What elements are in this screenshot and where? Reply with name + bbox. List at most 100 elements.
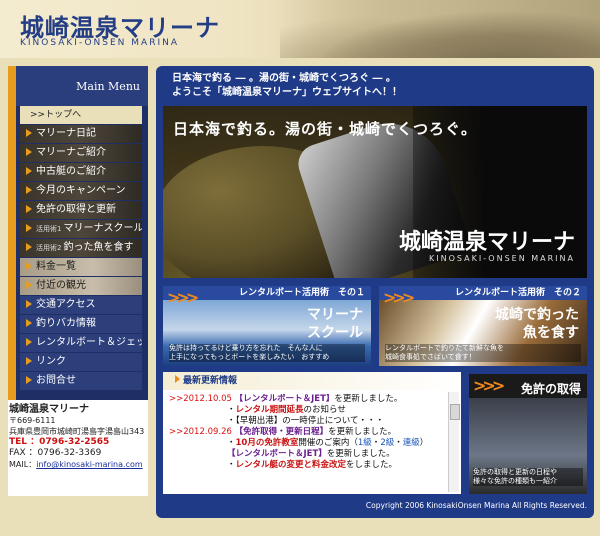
fish-card-text-2: 城崎食事処でさばいて食す！ (385, 353, 476, 361)
fish-card-title: 城崎で釣った魚を食す (495, 306, 579, 342)
hero-title: 城崎温泉マリーナ (398, 229, 575, 255)
menu-item-license[interactable]: 免許の取得と更新 (20, 201, 142, 219)
news-panel: 最新更新情報 >>2012.10.05 【レンタルボート＆JET】を更新しました… (163, 372, 461, 494)
menu-item-label: リンク (36, 356, 66, 367)
contact-mail-link[interactable]: info@kinosaki-marina.com (36, 460, 142, 469)
menu-item-sightseeing[interactable]: 付近の観光 (20, 277, 142, 295)
arrow-icon (26, 357, 32, 365)
menu-item-fishing-info[interactable]: 釣りバカ情報 (20, 315, 142, 333)
arrow-icon (26, 262, 32, 270)
news-text: をしました。 (346, 460, 398, 470)
news-entry: ・10月の免許教室開催のご案内（1級・2級・連級） (169, 438, 445, 449)
menu-item-marina-diary[interactable]: マリーナ日記 (20, 125, 142, 143)
arrow-icon (26, 224, 32, 232)
sidebar: Main Menu >>トップへ マリーナ日記 マリーナご紹介 中古艇のご紹介 … (8, 66, 148, 402)
news-text: ） (419, 438, 429, 448)
arrow-icon (26, 376, 32, 384)
site-logo-subtitle: KINOSAKI-ONSEN MARINA (20, 38, 179, 48)
news-text[interactable]: 【早朝出港】の一時停止について・・・ (236, 416, 385, 426)
main-menu: >>トップへ マリーナ日記 マリーナご紹介 中古艇のご紹介 今月のキャンペーン … (20, 106, 142, 390)
menu-item-label: 免許の取得と更新 (36, 204, 116, 215)
hero-caption: 日本海で釣る。湯の街・城崎でくつろぐ。 (173, 120, 478, 138)
arrow-icon (26, 205, 32, 213)
arrow-icon (26, 129, 32, 137)
contact-zip: 〒669-6111 (9, 416, 56, 425)
menu-item-contact[interactable]: お問合せ (20, 372, 142, 390)
menu-item-tag: 活用術2 (36, 244, 62, 252)
school-card[interactable]: レンタルボート活用術 その１ >>> マリーナ スクール 免許は持ってるけど乗り方… (163, 286, 371, 366)
main-content: 日本海で釣る ― 。湯の街・城崎でくつろぐ ― 。 ようこそ「城崎温泉マリーナ」… (156, 66, 594, 518)
news-sublink[interactable]: 連級 (403, 438, 420, 448)
news-sublink[interactable]: 1級 (358, 438, 372, 448)
news-entry: 【レンタルボート＆JET】を更新しました。 (169, 449, 445, 460)
menu-item-label: 中古艇のご紹介 (36, 166, 106, 177)
menu-top-link[interactable]: >>トップへ (20, 106, 142, 124)
footer-copyright: Copyright 2006 KinosakiOnsen Marina All … (365, 501, 587, 510)
contact-info: 城崎温泉マリーナ 〒669-6111 兵庫県豊岡市城崎町湯島字湯島山343 TE… (8, 400, 148, 496)
news-sublink[interactable]: 2級 (380, 438, 394, 448)
fish-card-title-line2: 魚を食す (523, 325, 579, 341)
sidebar-accent-strip (8, 66, 16, 402)
arrow-icon (26, 338, 32, 346)
menu-item-label: 料金一覧 (36, 261, 76, 272)
news-text: 開催のご案内（ (298, 438, 358, 448)
menu-item-marina-school[interactable]: 活用術1 マリーナスクール (20, 220, 142, 238)
fish-card-text: レンタルボートで釣りたて新鮮な魚を 城崎食事処でさばいて食す！ (385, 344, 581, 362)
news-scrollbar[interactable] (448, 392, 460, 492)
news-highlight[interactable]: 10月の免許教室 (236, 438, 299, 448)
menu-item-label: マリーナスクール (63, 223, 142, 234)
school-card-text-1: 免許は持ってるけど乗り方を忘れた (169, 344, 281, 352)
menu-item-label: レンタルボート＆ジェット (36, 337, 142, 348)
bullet: ・ (227, 438, 236, 448)
news-date: >>2012.10.05 (169, 394, 232, 404)
arrow-icon (26, 281, 32, 289)
license-text-2: 様々な免許の種類も一紹介 (473, 477, 557, 485)
scrollbar-thumb[interactable] (450, 404, 460, 420)
menu-item-label: 付近の観光 (36, 280, 86, 291)
hero-banner: 日本海で釣る。湯の街・城崎でくつろぐ。 城崎温泉マリーナ KINOSAKI-ON… (163, 106, 587, 278)
news-link[interactable]: 【レンタルボート＆JET】 (227, 449, 327, 459)
bullet: ・ (227, 405, 236, 415)
header-photo (280, 0, 600, 58)
fish-card-title-line1: 城崎で釣った (495, 307, 579, 323)
menu-item-access[interactable]: 交通アクセス (20, 296, 142, 314)
contact-tel: TEL ：0796-32-2565 (9, 437, 110, 447)
news-text: を更新しました。 (328, 427, 397, 437)
fish-card[interactable]: レンタルボート活用術 その２ >>> 城崎で釣った 魚を食す レンタルボートで釣り… (379, 286, 587, 366)
menu-item-price-list[interactable]: 料金一覧 (20, 258, 142, 276)
news-text: のお知らせ (303, 405, 346, 415)
news-entry: ・レンタル期間延長のお知らせ (169, 405, 445, 416)
license-text: 免許の取得と更新の日程や 様々な免許の種類も一紹介 (473, 468, 583, 486)
contact-mail-label: MAIL： (9, 460, 37, 469)
arrow-icon (26, 167, 32, 175)
news-link[interactable]: 【免許取得・更新日程】 (235, 427, 329, 437)
license-banner[interactable]: >>> 免許の取得 免許の取得と更新の日程や 様々な免許の種類も一紹介 (469, 374, 587, 494)
news-link[interactable]: 【レンタルボート＆JET】 (235, 394, 335, 404)
news-entry: >>2012.10.05 【レンタルボート＆JET】を更新しました。 (169, 394, 445, 405)
arrow-icon (26, 300, 32, 308)
menu-item-links[interactable]: リンク (20, 353, 142, 371)
menu-item-campaign[interactable]: 今月のキャンペーン (20, 182, 142, 200)
menu-item-label: 交通アクセス (36, 299, 96, 310)
news-entry: ・【早朝出港】の一時停止について・・・ (169, 416, 445, 427)
school-card-text-4: おすすめ (301, 353, 330, 361)
menu-item-eat-fish[interactable]: 活用術2 釣った魚を食す (20, 239, 142, 257)
school-card-title-line1: マリーナ (307, 307, 363, 323)
intro-line-2: ようこそ「城崎温泉マリーナ」ウェブサイトへ！！ (172, 87, 402, 98)
main-menu-label: Main Menu (76, 80, 140, 93)
news-entry: ・レンタル艇の変更と料金改定をしました。 (169, 460, 445, 471)
menu-item-rental-boat[interactable]: レンタルボート＆ジェット (20, 334, 142, 352)
menu-item-label: マリーナ日記 (36, 128, 96, 139)
menu-item-used-boats[interactable]: 中古艇のご紹介 (20, 163, 142, 181)
news-highlight[interactable]: レンタル期間延長 (236, 405, 304, 415)
news-text: を更新しました。 (334, 394, 403, 404)
school-card-title-line2: スクール (307, 325, 363, 341)
news-highlight[interactable]: レンタル艇の変更と料金改定 (236, 460, 347, 470)
bullet: ・ (227, 460, 236, 470)
menu-item-marina-intro[interactable]: マリーナご紹介 (20, 144, 142, 162)
news-heading-label: 最新更新情報 (183, 376, 238, 386)
news-text: を更新しました。 (326, 449, 395, 459)
site-header: 城崎温泉マリーナ KINOSAKI-ONSEN MARINA (0, 0, 600, 58)
double-arrow-icon: >>> (473, 376, 505, 395)
contact-name: 城崎温泉マリーナ (9, 404, 89, 415)
